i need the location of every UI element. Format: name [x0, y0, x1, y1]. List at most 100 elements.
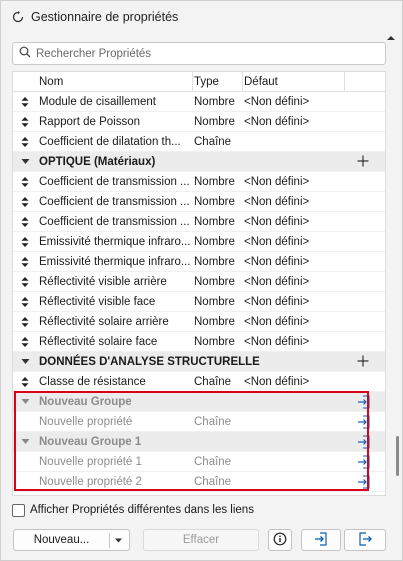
expand-triangle-icon[interactable] — [13, 437, 37, 446]
expand-triangle-icon[interactable] — [13, 357, 37, 366]
property-type: Nombre — [194, 115, 235, 128]
property-name: Réflectivité visible face — [39, 295, 156, 308]
column-header-default[interactable]: Défaut — [243, 72, 345, 92]
property-default: <Non défini> — [244, 235, 310, 248]
expand-triangle-icon[interactable] — [13, 397, 37, 406]
property-row[interactable]: Classe de résistance Chaîne <Non défini> — [13, 372, 385, 392]
drag-handle-icon[interactable] — [13, 296, 37, 307]
drag-handle-icon[interactable] — [13, 96, 37, 107]
property-row[interactable]: Module de cisaillement Nombre <Non défini> — [13, 92, 385, 112]
property-type: Nombre — [194, 295, 235, 308]
property-name: Module de cisaillement — [39, 95, 156, 108]
property-row[interactable]: Rapport de Poisson Nombre <Non défini> — [13, 112, 385, 132]
drag-handle-icon[interactable] — [13, 256, 37, 267]
property-name: Nouvelle propriété 1 — [39, 455, 142, 468]
property-default: <Non défini> — [244, 375, 310, 388]
drag-handle-icon[interactable] — [13, 316, 37, 327]
property-row[interactable]: Coefficient de transmission ... Nombre <No… — [13, 212, 385, 232]
property-row[interactable]: Réflectivité solaire face Nombre <Non défi… — [13, 332, 385, 352]
drag-handle-icon[interactable] — [13, 176, 37, 187]
refresh-icon[interactable] — [11, 10, 25, 24]
title-bar: Gestionnaire de propriétés — [1, 1, 402, 33]
import-icon[interactable] — [357, 435, 371, 449]
new-split-button[interactable]: Nouveau... — [13, 529, 130, 551]
export-button[interactable] — [344, 529, 386, 551]
property-default: <Non défini> — [244, 315, 310, 328]
property-row[interactable]: Réflectivité solaire arrière Nombre <Non d… — [13, 312, 385, 332]
drag-handle-icon[interactable] — [13, 216, 37, 227]
property-default: <Non défini> — [244, 195, 310, 208]
expand-triangle-icon[interactable] — [13, 157, 37, 166]
group-name: DONNÉES D'ANALYSE STRUCTURELLE — [39, 355, 260, 368]
table-header: Nom Type Défaut — [13, 72, 385, 92]
group-row[interactable]: DONNÉES D'ANALYSE STRUCTURELLE — [13, 352, 385, 372]
property-name: Emissivité thermique infraro... — [39, 255, 191, 268]
group-row[interactable]: Nouveau Groupe 1 — [13, 432, 385, 452]
plus-icon[interactable] — [357, 355, 371, 369]
drag-handle-icon[interactable] — [13, 336, 37, 347]
import-button[interactable] — [301, 529, 341, 551]
property-row[interactable]: Coefficient de transmission ... Nombre <No… — [13, 172, 385, 192]
drag-handle-icon[interactable] — [13, 196, 37, 207]
property-type: Nombre — [194, 215, 235, 228]
property-type: Chaîne — [194, 475, 232, 488]
import-icon[interactable] — [357, 455, 371, 469]
property-name: Coefficient de dilatation th... — [39, 135, 181, 148]
property-type: Chaîne — [194, 455, 232, 468]
delete-button[interactable]: Effacer — [143, 529, 259, 551]
property-row[interactable]: Nouvelle propriété Chaîne — [13, 412, 385, 432]
import-icon[interactable] — [357, 475, 371, 489]
property-name: Nouvelle propriété — [39, 415, 133, 428]
chevron-down-icon[interactable] — [114, 536, 123, 548]
property-default: <Non défini> — [244, 115, 310, 128]
property-default: <Non défini> — [244, 95, 310, 108]
property-name: Réflectivité solaire arrière — [39, 315, 169, 328]
property-type: Nombre — [194, 195, 235, 208]
drag-handle-icon[interactable] — [13, 236, 37, 247]
property-name: Classe de résistance — [39, 375, 146, 388]
drag-handle-icon[interactable] — [13, 376, 37, 387]
drag-handle-icon[interactable] — [13, 276, 37, 287]
property-type: Chaîne — [194, 375, 232, 388]
info-icon — [273, 532, 287, 549]
property-row[interactable]: Nouvelle propriété 2 Chaîne — [13, 472, 385, 492]
group-row[interactable]: Nouveau Groupe — [13, 392, 385, 412]
drag-handle-icon[interactable] — [13, 116, 37, 127]
properties-table: Nom Type Défaut Module de cisaillement No… — [12, 71, 386, 496]
property-name: Coefficient de transmission ... — [39, 175, 190, 188]
property-row[interactable]: Nouvelle propriété 1 Chaîne — [13, 452, 385, 472]
property-row[interactable]: Emissivité thermique infraro... Nombre <No… — [13, 252, 385, 272]
property-name: Nouvelle propriété 2 — [39, 475, 142, 488]
group-name: Nouveau Groupe 1 — [39, 435, 142, 448]
plus-icon[interactable] — [357, 155, 371, 169]
group-row[interactable]: OPTIQUE (Matériaux) — [13, 152, 385, 172]
property-default: <Non défini> — [244, 275, 310, 288]
import-icon[interactable] — [357, 415, 371, 429]
property-row[interactable]: Coefficient de transmission ... Nombre <No… — [13, 192, 385, 212]
property-row[interactable]: Réflectivité visible arrière Nombre <Non d… — [13, 272, 385, 292]
show-diff-checkbox[interactable] — [12, 503, 25, 517]
show-diff-option[interactable]: Afficher Propriétés différentes dans les… — [12, 503, 254, 517]
property-type: Nombre — [194, 255, 235, 268]
property-default: <Non défini> — [244, 335, 310, 348]
new-button-label[interactable]: Nouveau... — [14, 534, 109, 546]
property-type: Nombre — [194, 275, 235, 288]
column-header-name[interactable]: Nom — [37, 72, 193, 92]
info-button[interactable] — [268, 529, 292, 551]
search-field[interactable]: Rechercher Propriétés — [12, 42, 386, 65]
collapse-chevron-icon[interactable] — [386, 33, 396, 43]
property-row[interactable]: Emissivité thermique infraro... Nombre <No… — [13, 232, 385, 252]
property-type: Nombre — [194, 335, 235, 348]
import-icon[interactable] — [357, 395, 371, 409]
property-type: Nombre — [194, 175, 235, 188]
search-icon — [19, 46, 31, 61]
property-default: <Non défini> — [244, 175, 310, 188]
property-name: Réflectivité visible arrière — [39, 275, 167, 288]
drag-handle-icon[interactable] — [13, 136, 37, 147]
property-row[interactable]: Réflectivité visible face Nombre <Non défi… — [13, 292, 385, 312]
property-row[interactable]: Coefficient de dilatation th... Chaîne — [13, 132, 385, 152]
table-scrollbar[interactable] — [396, 436, 399, 476]
property-type: Nombre — [194, 235, 235, 248]
show-diff-label: Afficher Propriétés différentes dans les… — [30, 504, 254, 516]
column-header-type[interactable]: Type — [193, 72, 243, 92]
